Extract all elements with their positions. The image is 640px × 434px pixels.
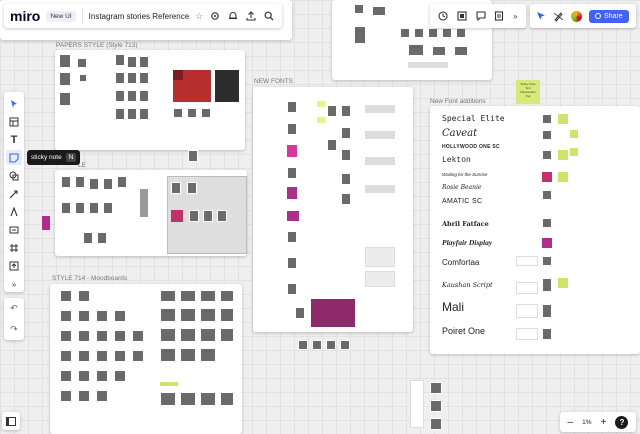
comment-icon[interactable]: [476, 11, 486, 21]
bell-icon[interactable]: [227, 10, 239, 22]
floating-image[interactable]: [430, 382, 442, 394]
shapes-icon[interactable]: [6, 168, 22, 183]
frame-new-fonts[interactable]: [253, 87, 413, 332]
floating-image[interactable]: [326, 340, 336, 350]
font-special-elite: Special Elite: [442, 114, 505, 123]
notes-icon[interactable]: [494, 11, 504, 21]
font-rosie-beanie: Rosie Beanie: [442, 184, 482, 191]
font-caveat: Caveat: [442, 128, 478, 139]
sticky-note-icon[interactable]: [6, 150, 22, 166]
connection-line-icon[interactable]: [6, 186, 22, 201]
frames-icon[interactable]: [457, 11, 467, 21]
help-button[interactable]: ?: [615, 415, 629, 429]
left-toolbar: T »: [4, 92, 24, 292]
frame-title-papers: PAPERS STYLE (Style 713): [56, 42, 138, 49]
font-hollywood-one-sc: HOLLYWOOD ONE SC: [442, 144, 500, 150]
font-amatic-sc: AMATIC SC: [442, 198, 483, 205]
upload-icon[interactable]: [245, 10, 257, 22]
sticky-note-text: Sticky Note Text Placeholder Tag: [520, 82, 536, 98]
star-icon[interactable]: ☆: [195, 11, 203, 22]
zoom-in-button[interactable]: +: [601, 417, 607, 428]
text-icon[interactable]: T: [6, 132, 22, 147]
pen-tool-icon[interactable]: [6, 205, 22, 220]
floating-doc[interactable]: [410, 380, 424, 428]
more-tools-icon[interactable]: »: [6, 277, 22, 292]
font-comfortaa: Comfortaa: [442, 258, 480, 267]
undo-redo-bar: ↶ ↷: [4, 298, 24, 340]
frame-font-additions[interactable]: Special Elite Caveat HOLLYWOOD ONE SC Le…: [430, 106, 640, 354]
floating-image[interactable]: [340, 340, 350, 350]
zoom-controls: – 1% + ?: [560, 412, 636, 432]
frame-papers-style[interactable]: [55, 50, 245, 150]
tooltip-shortcut: N: [65, 153, 77, 162]
redo-icon[interactable]: ↷: [10, 324, 18, 335]
floating-image[interactable]: [430, 418, 442, 430]
pen-icon[interactable]: [553, 11, 564, 22]
board-header: miro New UI Instagram stories Reference …: [4, 4, 282, 28]
undo-icon[interactable]: ↶: [10, 303, 18, 314]
frame-title-font-additions: New Font additions: [430, 98, 486, 105]
panel-toggle-button[interactable]: [2, 412, 20, 430]
frame-tool-icon[interactable]: [6, 241, 22, 256]
font-mali: Mali: [442, 300, 465, 314]
sidebar-icon: [6, 416, 16, 426]
share-button[interactable]: Share: [589, 9, 629, 23]
divider: [81, 9, 83, 23]
frame-title-moodboards: STYLE 714 - Moodboards: [52, 275, 128, 282]
tooltip-sticky-note: sticky note N: [27, 150, 81, 165]
upload-tool-icon[interactable]: [6, 259, 22, 274]
top-tools: »: [430, 4, 526, 28]
frame-mid-left[interactable]: [55, 170, 247, 256]
miro-logo[interactable]: miro: [10, 8, 40, 24]
font-waiting-for-the-sunrise: Waiting for the Sunrise: [442, 172, 488, 177]
avatar[interactable]: [570, 9, 583, 23]
floating-image[interactable]: [42, 216, 50, 230]
floating-image[interactable]: [188, 150, 198, 162]
floating-image[interactable]: [298, 340, 308, 350]
select-cursor-icon[interactable]: [6, 96, 22, 111]
search-icon[interactable]: [263, 10, 275, 22]
cursor-icon[interactable]: [536, 11, 547, 22]
templates-icon[interactable]: [6, 114, 22, 129]
timer-icon[interactable]: [438, 11, 448, 21]
font-abril-fatface: Abril Fatface: [442, 220, 489, 228]
share-label: Share: [604, 12, 623, 20]
font-playfair-display: Playfair Display: [442, 238, 493, 247]
comment-tool-icon[interactable]: [6, 223, 22, 238]
frame-moodboards[interactable]: [50, 284, 242, 434]
zoom-out-button[interactable]: –: [568, 417, 574, 428]
sticky-note[interactable]: Sticky Note Text Placeholder Tag: [516, 80, 540, 104]
frame-title-new-fonts: NEW FONTS: [254, 78, 293, 85]
floating-image[interactable]: [312, 340, 322, 350]
collab-tools: Share: [530, 4, 636, 28]
font-poiret-one: Poiret One: [442, 326, 486, 336]
new-ui-badge[interactable]: New UI: [46, 10, 76, 22]
more-icon[interactable]: »: [513, 12, 517, 21]
settings-icon[interactable]: [209, 10, 221, 22]
font-lekton: Lekton: [442, 156, 471, 165]
font-kaushan-script: Kaushan Script: [442, 281, 493, 289]
share-icon: [595, 13, 601, 19]
floating-image[interactable]: [430, 400, 442, 412]
board-title[interactable]: Instagram stories Reference: [89, 12, 190, 21]
zoom-level[interactable]: 1%: [582, 419, 591, 426]
tooltip-label: sticky note: [31, 154, 62, 161]
